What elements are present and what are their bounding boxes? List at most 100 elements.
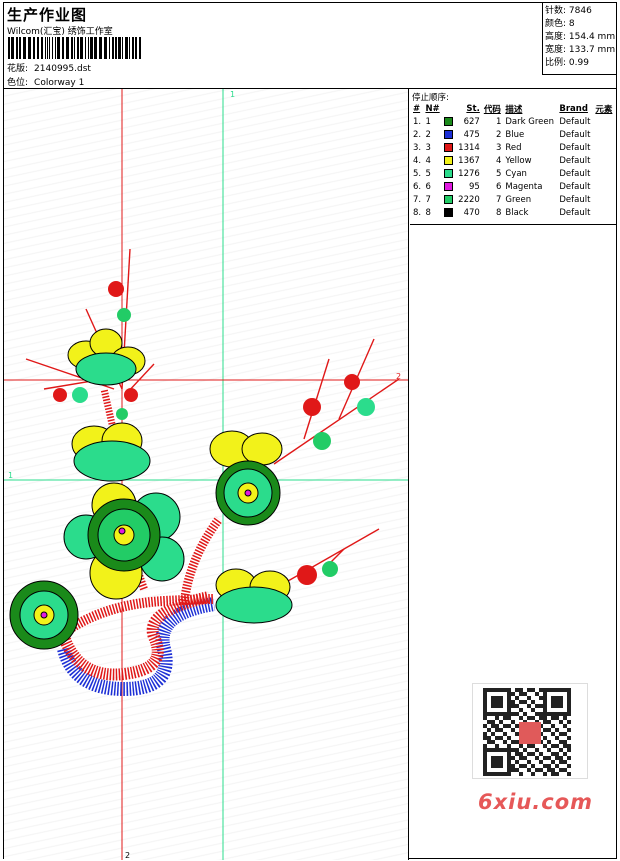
swatch-icon <box>444 181 454 191</box>
cell-desc: Magenta <box>505 181 543 192</box>
cell-stitches: 1276 <box>458 168 480 179</box>
table-row: 1. 1 627 1 Dark Green Default <box>411 115 615 128</box>
cell-index: 3. <box>413 142 422 153</box>
guide-label-v-red: 2 <box>125 851 130 860</box>
table-row: 2. 2 475 2 Blue Default <box>411 128 615 141</box>
table-row: 5. 5 1276 5 Cyan Default <box>411 167 615 180</box>
production-sheet: 生产作业图 Wilcom(汇宝) 绣饰工作室 花版: 2140995.dst 色位… <box>3 2 617 860</box>
cell-code: 8 <box>495 207 502 218</box>
spec-height: 高度: 154.4 mm <box>545 32 616 42</box>
color-swatch <box>442 128 455 141</box>
col-element: 元素 <box>595 104 613 115</box>
table-header-row: # N# St. 代码 描述 Brand 元素 <box>411 102 615 115</box>
stop-sequence-panel: 停止顺序: # N# St. 代码 描述 Brand 元素 1. 1 627 1 Dar… <box>410 89 616 225</box>
cell-element <box>593 180 615 193</box>
cell-n: 7 <box>425 194 431 205</box>
cell-desc: Dark Green <box>505 116 554 127</box>
flower-top <box>67 328 146 386</box>
cell-stitches: 1367 <box>458 155 480 166</box>
cell-brand: Default <box>559 168 591 179</box>
colorway-label: 色位: <box>7 78 29 88</box>
cell-index: 6. <box>413 181 422 192</box>
cell-index: 4. <box>413 155 422 166</box>
sheet-header: 生产作业图 Wilcom(汇宝) 绣饰工作室 花版: 2140995.dst 色位… <box>4 3 616 89</box>
table-row: 8. 8 470 8 Black Default <box>411 206 615 219</box>
cell-element <box>593 141 615 154</box>
color-swatch <box>442 141 455 154</box>
cell-code: 1 <box>495 116 502 127</box>
cell-brand: Default <box>559 129 591 140</box>
design-canvas: 1 1 2 2 <box>4 89 409 860</box>
col-code: 代码 <box>483 104 501 115</box>
guide-label-h-green: 1 <box>8 471 13 480</box>
cell-element <box>593 167 615 180</box>
cell-n: 4 <box>425 155 431 166</box>
flower-right-top <box>209 430 283 526</box>
col-n: N# <box>425 103 440 114</box>
cell-n: 5 <box>425 168 431 179</box>
design-file-row: 花版: 2140995.dst <box>7 61 91 74</box>
cell-stitches: 470 <box>463 207 480 218</box>
cell-desc: Cyan <box>505 168 527 179</box>
cell-n: 2 <box>425 129 431 140</box>
color-swatch <box>442 193 455 206</box>
company-name: Wilcom(汇宝) 绣饰工作室 <box>7 27 113 37</box>
cell-n: 6 <box>425 181 431 192</box>
guide-label-v-green: 1 <box>230 90 235 99</box>
cell-index: 7. <box>413 194 422 205</box>
spec-colors: 颜色: 8 <box>545 19 575 29</box>
col-index: # <box>413 103 421 114</box>
cell-stitches: 627 <box>463 116 480 127</box>
cell-desc: Black <box>505 207 529 218</box>
swatch-icon <box>444 194 454 204</box>
spec-stitches: 针数: 7846 <box>545 6 592 16</box>
col-brand: Brand <box>559 103 588 114</box>
cell-element <box>593 206 615 219</box>
spec-width: 宽度: 133.7 mm <box>545 45 616 55</box>
col-stitches: St. <box>466 103 480 114</box>
cell-brand: Default <box>559 194 591 205</box>
cell-code: 7 <box>495 194 502 205</box>
cell-element <box>593 115 615 128</box>
cell-desc: Red <box>505 142 522 153</box>
cell-index: 1. <box>413 116 422 127</box>
spec-box: 针数: 7846 颜色: 8 高度: 154.4 mm 宽度: 133.7 mm… <box>542 3 616 75</box>
cell-stitches: 95 <box>468 181 480 192</box>
cell-index: 2. <box>413 129 422 140</box>
cell-stitches: 475 <box>463 129 480 140</box>
flower-far-left <box>9 580 79 650</box>
cell-code: 6 <box>495 181 502 192</box>
color-swatch <box>442 167 455 180</box>
colorway-value: Colorway 1 <box>34 78 85 88</box>
color-table: # N# St. 代码 描述 Brand 元素 1. 1 627 1 Dark Gree… <box>411 102 615 219</box>
cell-n: 3 <box>425 142 431 153</box>
table-row: 6. 6 95 6 Magenta Default <box>411 180 615 193</box>
cell-desc: Blue <box>505 129 525 140</box>
cell-element <box>593 193 615 206</box>
cell-code: 4 <box>495 155 502 166</box>
cell-code: 5 <box>495 168 502 179</box>
cell-stitches: 1314 <box>458 142 480 153</box>
swatch-icon <box>444 207 454 217</box>
cell-desc: Green <box>505 194 532 205</box>
swatch-icon <box>444 168 454 178</box>
flower-center <box>63 482 185 600</box>
cell-n: 1 <box>425 116 431 127</box>
col-desc: 描述 <box>505 104 523 115</box>
table-row: 3. 3 1314 3 Red Default <box>411 141 615 154</box>
cell-brand: Default <box>559 181 591 192</box>
swatch-icon <box>444 142 454 152</box>
swatch-icon <box>444 155 454 165</box>
colorway-row: 色位: Colorway 1 <box>7 75 84 88</box>
cell-element <box>593 128 615 141</box>
cell-brand: Default <box>559 155 591 166</box>
cell-brand: Default <box>559 116 591 127</box>
table-row: 4. 4 1367 4 Yellow Default <box>411 154 615 167</box>
flower-mid-left <box>71 422 151 482</box>
flower-lower-right <box>215 568 293 624</box>
cell-brand: Default <box>559 142 591 153</box>
cell-code: 2 <box>495 129 502 140</box>
cell-index: 5. <box>413 168 422 179</box>
qr-code <box>472 683 588 779</box>
table-row: 7. 7 2220 7 Green Default <box>411 193 615 206</box>
